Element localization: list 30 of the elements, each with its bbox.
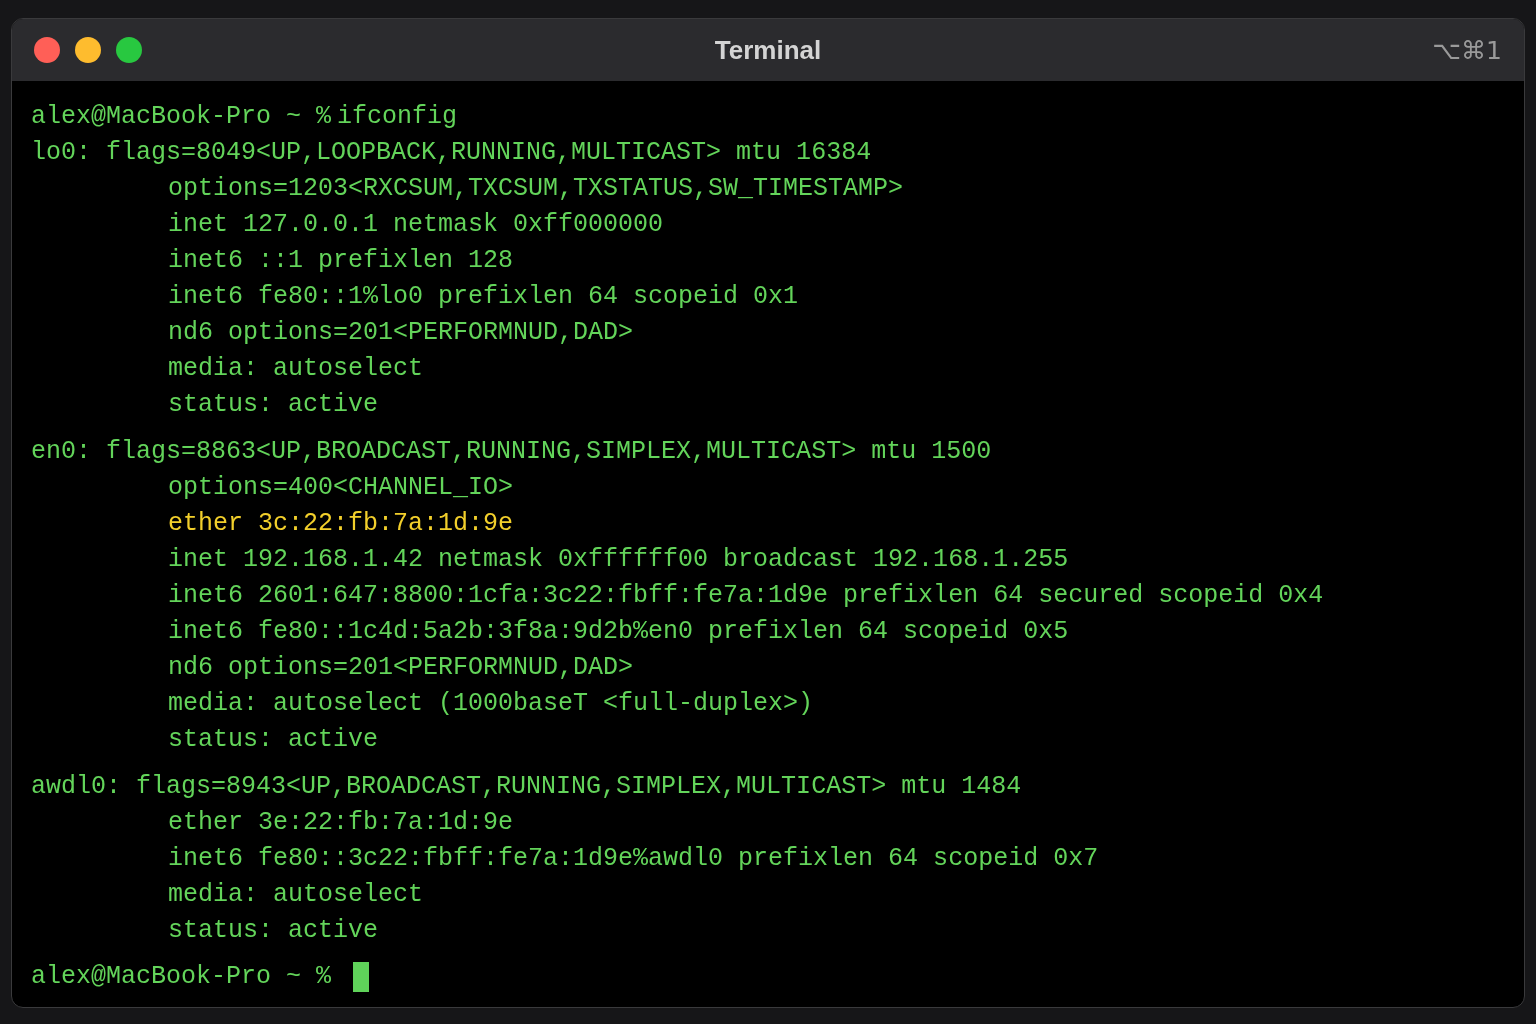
- command-text: ifconfig: [337, 101, 458, 133]
- output-line: inet6 2601:647:8800:1cfa:3c22:fbff:fe7a:1d9e prefixlen 64 secured scopeid 0x4: [168, 580, 1324, 612]
- minimize-button[interactable]: [75, 37, 101, 63]
- output-line: media: autoselect: [168, 879, 424, 911]
- window-title: Terminal: [714, 34, 822, 65]
- output-line: status: active: [168, 389, 379, 421]
- output-line: media: autoselect: [168, 353, 424, 385]
- output-line: options=400<CHANNEL_IO>: [168, 472, 514, 504]
- output-line: nd6 options=201<PERFORMNUD,DAD>: [168, 652, 634, 684]
- interface-header: en0: flags=8863<UP,BROADCAST,RUNNING,SIMPLEX,MULTICAST> mtu 1500: [31, 436, 992, 468]
- output-line: inet 192.168.1.42 netmask 0xffffff00 broadcast 192.168.1.255: [168, 544, 1069, 576]
- output-line: ether 3c:22:fb:7a:1d:9e: [168, 508, 514, 540]
- output-line: inet6 fe80::3c22:fbff:fe7a:1d9e%awdl0 prefixlen 64 scopeid 0x7: [168, 843, 1099, 875]
- interface-header: awdl0: flags=8943<UP,BROADCAST,RUNNING,SIMPLEX,MULTICAST> mtu 1484: [31, 771, 1022, 803]
- output-line: options=1203<RXCSUM,TXCSUM,TXSTATUS,SW_TIMESTAMP>: [168, 173, 904, 205]
- output-line: ether 3e:22:fb:7a:1d:9e: [168, 807, 514, 839]
- shell-prompt: alex@MacBook-Pro ~ %: [31, 101, 332, 133]
- output-line: status: active: [168, 724, 379, 756]
- zoom-button[interactable]: [116, 37, 142, 63]
- interface-header: lo0: flags=8049<UP,LOOPBACK,RUNNING,MULTICAST> mtu 16384: [31, 137, 872, 169]
- output-line: inet6 ::1 prefixlen 128: [168, 245, 514, 277]
- output-line: inet 127.0.0.1 netmask 0xff000000: [168, 209, 664, 241]
- output-line: inet6 fe80::1c4d:5a2b:3f8a:9d2b%en0 prefixlen 64 scopeid 0x5: [168, 616, 1069, 648]
- output-line: inet6 fe80::1%lo0 prefixlen 64 scopeid 0x1: [168, 281, 799, 313]
- close-button[interactable]: [34, 37, 60, 63]
- shortcut-label: ⌥⌘1: [1432, 35, 1502, 65]
- output-line: nd6 options=201<PERFORMNUD,DAD>: [168, 317, 634, 349]
- output-line: status: active: [168, 915, 379, 947]
- shell-prompt: alex@MacBook-Pro ~ %: [31, 961, 332, 993]
- output-line: media: autoselect (1000baseT <full-duplex>): [168, 688, 814, 720]
